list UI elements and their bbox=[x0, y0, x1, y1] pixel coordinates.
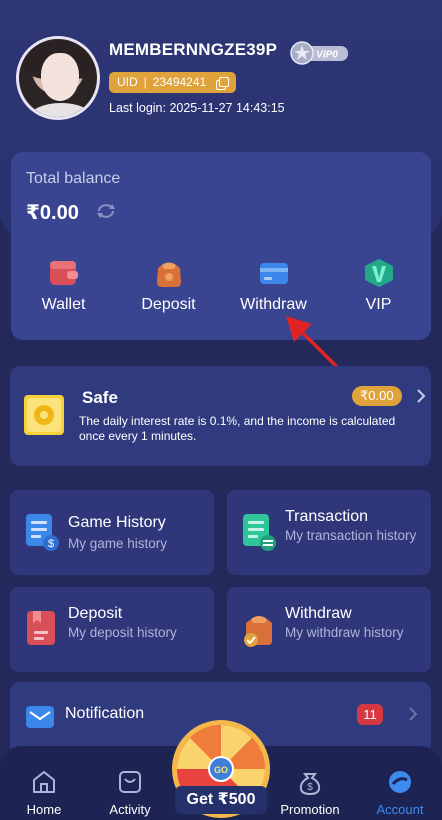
withdraw-history-card[interactable]: Withdraw My withdraw history bbox=[227, 587, 431, 672]
promotion-icon: $ bbox=[299, 773, 321, 796]
transaction-card[interactable]: Transaction My transaction history bbox=[227, 490, 431, 575]
transaction-icon bbox=[243, 514, 276, 551]
nav-promotion-label: Promotion bbox=[280, 802, 340, 817]
notification-count-badge: 11 bbox=[357, 704, 383, 725]
deposit-history-subtitle: My deposit history bbox=[68, 625, 177, 640]
wallet-button[interactable]: Wallet bbox=[11, 256, 116, 326]
home-icon bbox=[33, 771, 55, 793]
nav-account-label: Account bbox=[376, 802, 424, 817]
last-login: Last login: 2025-11-27 14:43:15 bbox=[109, 101, 285, 115]
safe-title: Safe bbox=[82, 388, 118, 407]
nav-home[interactable]: Home bbox=[0, 746, 88, 820]
chevron-right-icon bbox=[417, 389, 426, 403]
deposit-bag-icon bbox=[156, 262, 181, 287]
game-history-icon: $ bbox=[26, 514, 59, 551]
vip-level-text: VIP0 bbox=[316, 50, 338, 61]
safe-description: The daily interest rate is 0.1%, and the… bbox=[79, 414, 396, 443]
deposit-button[interactable]: Deposit bbox=[116, 256, 221, 326]
uid-pill[interactable]: UID | 23494241 bbox=[109, 72, 237, 93]
uid-label: UID bbox=[117, 75, 138, 89]
transaction-title: Transaction bbox=[285, 508, 368, 525]
uid-separator: | bbox=[143, 75, 147, 89]
username: MEMBERNNGZE39P bbox=[109, 40, 278, 59]
spin-center-label: GO bbox=[214, 765, 228, 775]
nav-activity[interactable]: Activity bbox=[86, 746, 174, 820]
refresh-icon[interactable] bbox=[95, 202, 117, 220]
account-icon bbox=[389, 771, 411, 793]
wallet-icon bbox=[49, 261, 78, 285]
transaction-subtitle: My transaction history bbox=[285, 528, 417, 543]
chevron-right-icon bbox=[409, 707, 418, 721]
withdraw-card-icon bbox=[259, 263, 288, 284]
mail-icon bbox=[26, 706, 54, 728]
withdraw-button[interactable]: Withdraw bbox=[221, 256, 326, 326]
game-history-title: Game History bbox=[68, 514, 166, 531]
game-history-card[interactable]: $ Game History My game history bbox=[10, 490, 214, 575]
uid-value: 23494241 bbox=[152, 75, 207, 89]
nav-home-label: Home bbox=[26, 802, 62, 817]
vip-level-badge: VIP0 bbox=[290, 41, 348, 65]
safe-box-icon bbox=[24, 395, 64, 435]
balance-actions: Wallet Deposit Withdraw VIP bbox=[11, 256, 431, 326]
balance-amount: ₹0.00 bbox=[26, 202, 79, 224]
nav-promotion[interactable]: $ Promotion bbox=[266, 746, 354, 820]
deposit-history-title: Deposit bbox=[68, 605, 123, 622]
withdraw-label: Withdraw bbox=[240, 296, 307, 313]
balance-label: Total balance bbox=[26, 170, 121, 187]
activity-icon bbox=[119, 771, 141, 793]
get-bonus-button[interactable]: Get ₹500 bbox=[175, 786, 267, 814]
withdraw-history-subtitle: My withdraw history bbox=[285, 625, 404, 640]
notification-label: Notification bbox=[65, 705, 145, 722]
svg-text:$: $ bbox=[48, 538, 54, 550]
deposit-history-card[interactable]: Deposit My deposit history bbox=[10, 587, 214, 672]
deposit-history-icon bbox=[27, 611, 55, 645]
vip-button[interactable]: VIP bbox=[326, 256, 431, 326]
avatar[interactable] bbox=[16, 36, 100, 120]
vip-diamond-icon bbox=[364, 259, 393, 287]
game-history-subtitle: My game history bbox=[68, 536, 168, 551]
safe-amount: ₹0.00 bbox=[352, 386, 402, 406]
vip-label: VIP bbox=[365, 296, 392, 313]
wallet-label: Wallet bbox=[41, 296, 86, 313]
balance-card: Total balance ₹0.00 Wallet Deposit Withd… bbox=[11, 152, 431, 340]
safe-card[interactable]: Safe ₹0.00 The daily interest rate is 0.… bbox=[10, 366, 431, 466]
nav-account[interactable]: Account bbox=[356, 746, 442, 820]
withdraw-history-icon bbox=[244, 616, 272, 647]
copy-icon[interactable] bbox=[216, 76, 230, 90]
svg-text:$: $ bbox=[307, 782, 313, 793]
withdraw-history-title: Withdraw bbox=[285, 605, 352, 622]
nav-activity-label: Activity bbox=[109, 802, 151, 817]
deposit-label: Deposit bbox=[141, 296, 196, 313]
